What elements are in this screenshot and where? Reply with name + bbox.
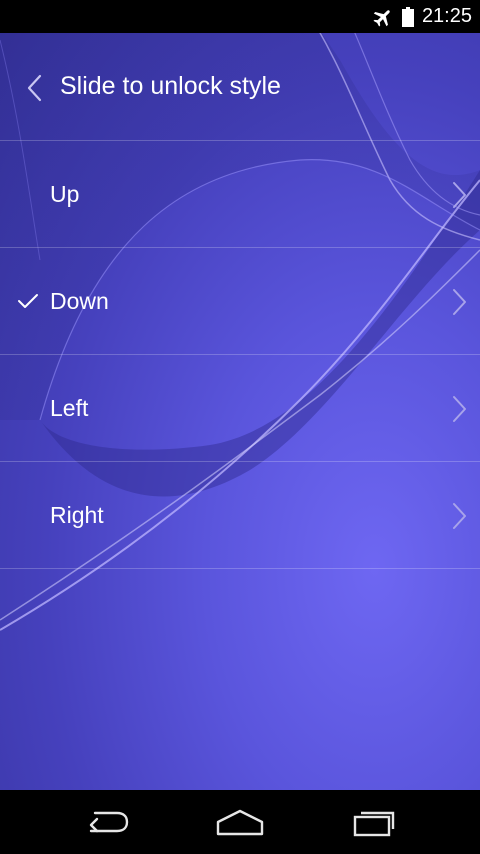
page-title: Slide to unlock style — [60, 72, 281, 100]
option-down[interactable]: Down — [0, 248, 480, 355]
option-label: Down — [50, 288, 109, 314]
status-time: 21:25 — [421, 5, 472, 27]
chevron-right-icon — [453, 182, 466, 208]
status-icons: 21:25 — [372, 0, 472, 33]
nav-home-button[interactable] — [180, 790, 300, 854]
back-icon — [89, 811, 129, 833]
nav-recents-button[interactable] — [315, 790, 435, 854]
option-left[interactable]: Left — [0, 355, 480, 462]
airplane-icon — [373, 9, 390, 27]
nav-back-button[interactable] — [47, 790, 167, 854]
screen: 21:25 Slide to unlock style Up Down Left… — [0, 0, 480, 854]
check-icon — [18, 294, 38, 308]
action-bar: Slide to unlock style — [0, 33, 480, 141]
option-right[interactable]: Right — [0, 462, 480, 569]
unlock-style-list: Up Down Left Right — [0, 141, 480, 569]
option-label: Left — [50, 395, 89, 421]
battery-icon — [401, 6, 414, 27]
chevron-right-icon — [453, 289, 466, 315]
recents-icon — [353, 811, 395, 837]
navigation-bar — [0, 790, 480, 854]
chevron-right-icon — [453, 396, 466, 422]
home-icon — [216, 809, 264, 836]
option-label: Right — [50, 502, 104, 528]
settings-panel: Slide to unlock style Up Down Left Right — [0, 33, 480, 790]
status-bar: 21:25 — [0, 0, 480, 33]
chevron-right-icon — [453, 503, 466, 529]
option-label: Up — [50, 181, 80, 207]
chevron-left-icon[interactable] — [26, 74, 42, 102]
option-up[interactable]: Up — [0, 141, 480, 248]
